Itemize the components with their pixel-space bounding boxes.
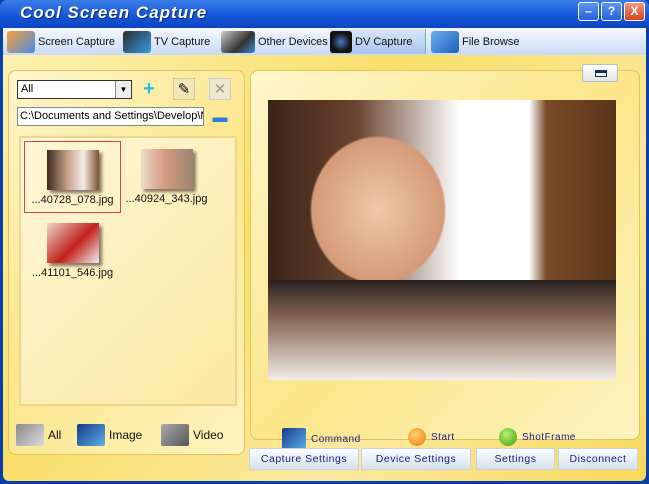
delete-icon[interactable]: ✕ xyxy=(209,78,231,100)
shotframe-label: ShotFrame xyxy=(522,431,576,443)
title-bar[interactable]: Cool Screen Capture – ? X xyxy=(0,0,649,28)
start-icon xyxy=(408,428,426,446)
tab-label: TV Capture xyxy=(154,35,211,48)
screen-capture-icon xyxy=(7,30,35,53)
tab-file-browse[interactable]: File Browse xyxy=(431,29,519,54)
chevron-down-icon[interactable]: ▼ xyxy=(115,81,131,98)
start-button[interactable]: Start xyxy=(408,428,455,446)
capture-settings-button[interactable]: Capture Settings xyxy=(249,448,359,470)
window-icon xyxy=(595,70,607,77)
file-name: ...41101_546.jpg xyxy=(31,267,114,279)
camera-icon xyxy=(221,30,255,53)
file-item[interactable]: ...40728_078.jpg xyxy=(24,141,121,213)
tv-icon xyxy=(123,30,151,53)
tab-label: Screen Capture xyxy=(38,35,116,48)
window-title: Cool Screen Capture xyxy=(20,3,208,22)
thumbnail xyxy=(46,150,99,190)
tab-tv-capture[interactable]: TV Capture xyxy=(123,29,210,54)
tab-bar: Screen Capture TV Capture Other Devices … xyxy=(3,28,646,55)
tab-label: Other Devices xyxy=(258,35,328,48)
close-button[interactable]: X xyxy=(624,2,645,21)
command-button[interactable]: Command xyxy=(282,428,361,450)
folder-icon xyxy=(431,30,459,53)
minimize-button[interactable]: – xyxy=(578,2,599,21)
filter-select[interactable]: All ▼ xyxy=(17,80,132,99)
filter-all[interactable]: All xyxy=(16,424,61,446)
disconnect-button[interactable]: Disconnect xyxy=(558,448,638,470)
thumbnail xyxy=(140,149,193,189)
client-area: Screen Capture TV Capture Other Devices … xyxy=(3,28,646,481)
thumbnail xyxy=(46,223,99,263)
video-preview xyxy=(268,100,616,380)
shotframe-button[interactable]: ShotFrame xyxy=(499,428,576,446)
tab-label: DV Capture xyxy=(355,35,413,48)
tab-screen-capture[interactable]: Screen Capture xyxy=(7,29,115,54)
file-list[interactable]: ...40728_078.jpg ...40924_343.jpg ...411… xyxy=(19,136,237,406)
command-icon xyxy=(282,428,306,450)
filter-label: All xyxy=(48,428,62,442)
filter-label: Video xyxy=(193,428,224,442)
path-input[interactable]: C:\Documents and Settings\Develop\M xyxy=(17,107,204,126)
file-name: ...40728_078.jpg xyxy=(31,194,114,206)
dv-camera-icon xyxy=(330,30,352,53)
add-icon[interactable]: + xyxy=(138,78,160,100)
filter-video[interactable]: Video xyxy=(161,424,223,446)
tab-dv-capture[interactable]: DV Capture xyxy=(330,29,426,54)
command-label: Command xyxy=(311,433,361,445)
edit-pencil-icon[interactable]: ✎ xyxy=(173,78,195,100)
tab-other-devices[interactable]: Other Devices xyxy=(221,29,328,54)
filter-label: Image xyxy=(109,428,143,442)
file-item[interactable]: ...40924_343.jpg xyxy=(118,141,215,213)
video-camera-icon xyxy=(161,424,189,446)
window-mode-button[interactable] xyxy=(582,64,618,82)
open-folder-icon[interactable]: ▬ xyxy=(209,107,231,129)
start-label: Start xyxy=(431,431,455,443)
settings-button[interactable]: Settings xyxy=(476,448,555,470)
shotframe-icon xyxy=(499,428,517,446)
filter-image[interactable]: Image xyxy=(77,424,142,446)
device-settings-button[interactable]: Device Settings xyxy=(361,448,471,470)
tab-label: File Browse xyxy=(462,35,520,48)
filter-value: All xyxy=(21,83,34,95)
image-icon xyxy=(77,424,105,446)
file-item[interactable]: ...41101_546.jpg xyxy=(24,215,121,287)
file-name: ...40924_343.jpg xyxy=(125,193,208,205)
help-button[interactable]: ? xyxy=(601,2,622,21)
all-files-icon xyxy=(16,424,44,446)
